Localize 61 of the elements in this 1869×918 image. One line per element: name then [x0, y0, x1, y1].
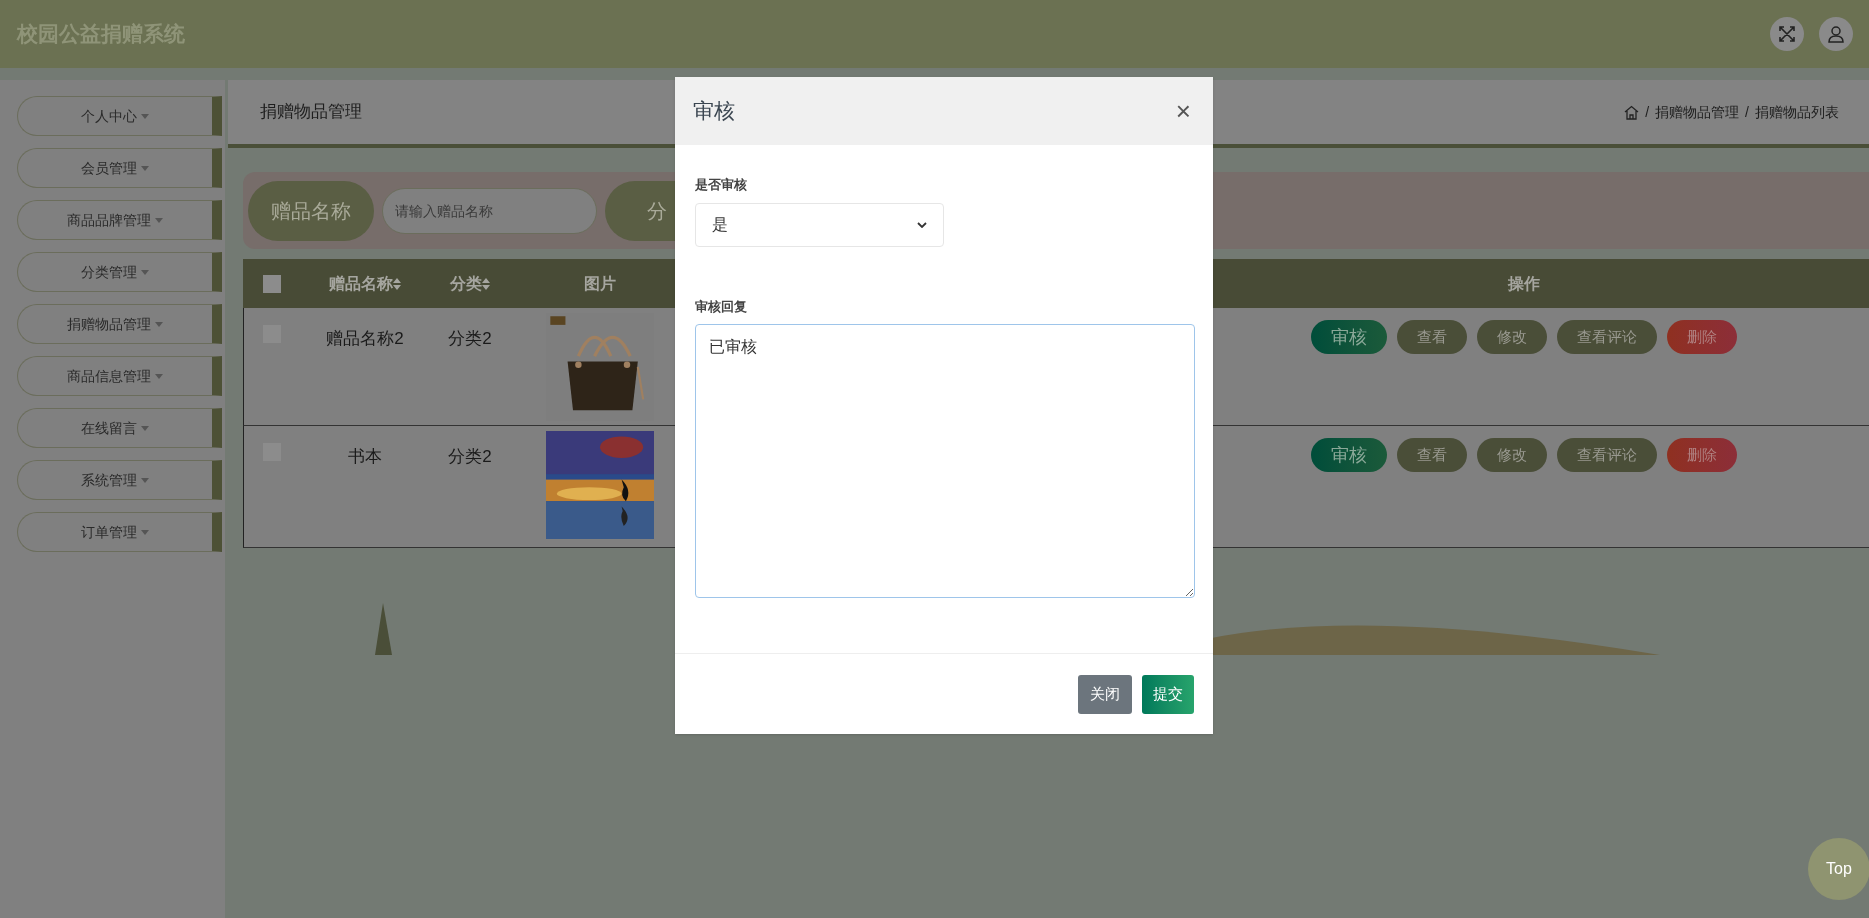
- caret-icon: [141, 113, 149, 119]
- page-title: 捐赠物品管理: [260, 101, 362, 124]
- column-header[interactable]: 分类: [450, 271, 490, 296]
- reply-field[interactable]: 已审核: [695, 324, 1195, 598]
- search-label: 赠品名称: [248, 180, 374, 241]
- dialog-title: 审核: [693, 98, 735, 125]
- fullscreen-button[interactable]: [1770, 17, 1804, 51]
- home-icon[interactable]: [1624, 104, 1640, 120]
- sidebar-item[interactable]: 订单管理: [17, 512, 222, 552]
- breadcrumb-separator: /: [1745, 102, 1749, 122]
- top-button[interactable]: Top: [1808, 838, 1869, 900]
- action-button[interactable]: 查看评论: [1557, 438, 1657, 472]
- column-header[interactable]: 操作: [1508, 271, 1540, 296]
- dialog-button[interactable]: 关闭: [1078, 674, 1132, 714]
- dialog-button[interactable]: 提交: [1142, 674, 1194, 714]
- sort-icon: [482, 277, 490, 290]
- sidebar-item[interactable]: 会员管理: [17, 148, 222, 188]
- action-button[interactable]: 审核: [1311, 320, 1387, 354]
- caret-icon: [155, 217, 163, 223]
- sidebar-item[interactable]: 商品信息管理: [17, 356, 222, 396]
- search-field[interactable]: 请输入赠品名称: [382, 187, 597, 234]
- fullscreen-icon: [1778, 25, 1796, 43]
- sidebar-item[interactable]: 在线留言: [17, 408, 222, 448]
- sidebar-item[interactable]: 商品品牌管理: [17, 200, 222, 240]
- sort-icon: [393, 277, 401, 290]
- action-button[interactable]: 删除: [1667, 320, 1737, 354]
- sidebar-item[interactable]: 个人中心: [17, 96, 222, 136]
- caret-icon: [141, 529, 149, 535]
- column-header[interactable]: 图片: [584, 271, 616, 296]
- checkbox[interactable]: [262, 274, 281, 293]
- user-button[interactable]: [1819, 17, 1853, 51]
- action-button[interactable]: 查看评论: [1557, 320, 1657, 354]
- sidebar-item[interactable]: 分类管理: [17, 252, 222, 292]
- chevron-icon: [917, 221, 927, 228]
- caret-icon: [155, 321, 163, 327]
- triangle-shape: [375, 603, 392, 655]
- audit-select[interactable]: 是: [695, 202, 944, 247]
- breadcrumb-item[interactable]: 捐赠物品管理: [1655, 101, 1740, 123]
- action-button[interactable]: 删除: [1667, 438, 1737, 472]
- caret-icon: [155, 373, 163, 379]
- sidebar-item[interactable]: 捐赠物品管理: [17, 304, 222, 344]
- caret-icon: [141, 425, 149, 431]
- action-button[interactable]: 修改: [1477, 320, 1547, 354]
- field-label: 审核回复: [695, 297, 748, 316]
- caret-icon: [141, 165, 149, 171]
- action-button[interactable]: 修改: [1477, 438, 1547, 472]
- column-header[interactable]: 赠品名称: [329, 271, 401, 296]
- action-button[interactable]: 审核: [1311, 438, 1387, 472]
- breadcrumb-separator: /: [1645, 102, 1650, 122]
- table-cell-text: 分类2: [448, 446, 492, 468]
- caret-icon: [141, 477, 149, 483]
- user-icon: [1827, 25, 1845, 43]
- sidebar-item[interactable]: 系统管理: [17, 460, 222, 500]
- breadcrumb-item[interactable]: 捐赠物品列表: [1755, 101, 1839, 123]
- action-button[interactable]: 查看: [1397, 438, 1467, 472]
- caret-icon: [141, 269, 149, 275]
- action-button[interactable]: 查看: [1397, 320, 1467, 354]
- table-cell-text: 分类2: [448, 328, 492, 350]
- table-cell-text: 书本: [348, 446, 382, 468]
- close-button[interactable]: ×: [1175, 98, 1195, 124]
- table-cell-text: 赠品名称2: [326, 328, 404, 350]
